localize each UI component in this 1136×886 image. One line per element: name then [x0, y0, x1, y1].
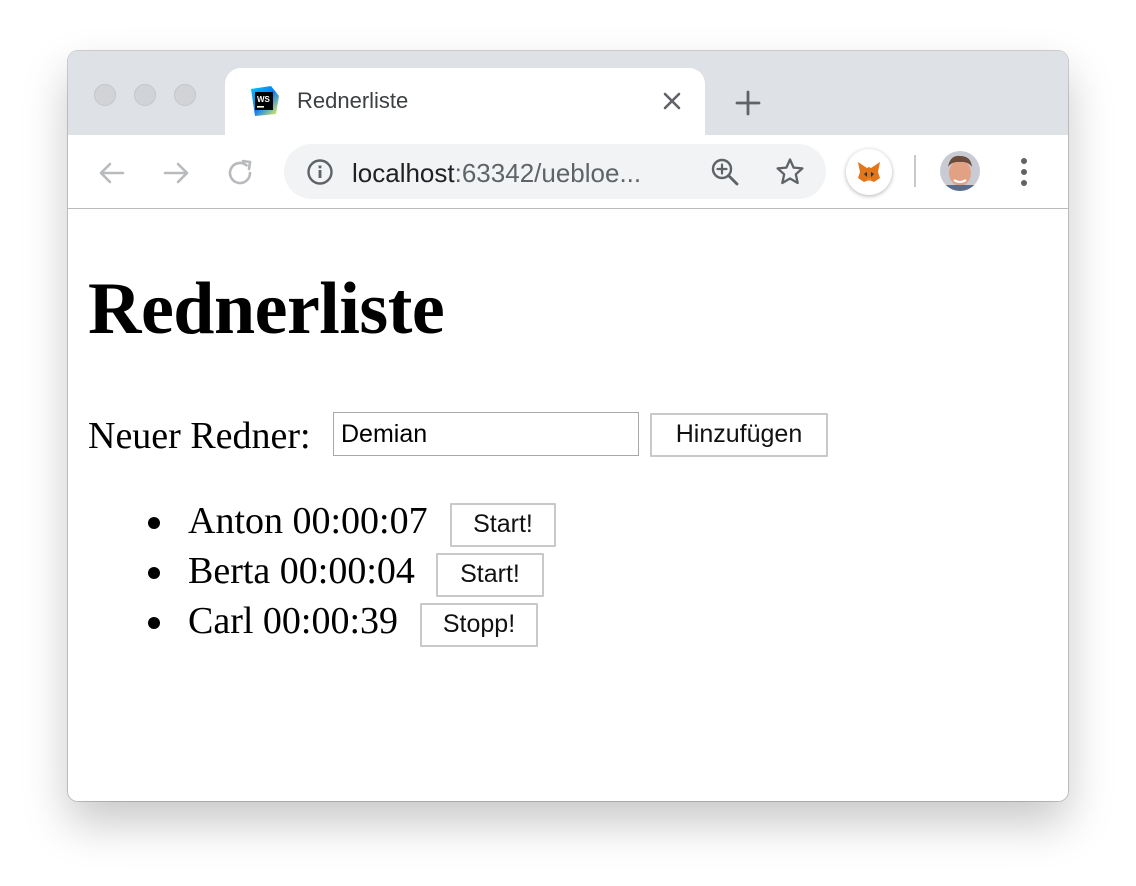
back-arrow-icon[interactable] [96, 157, 128, 189]
url-path: :63342/uebloe... [454, 158, 642, 188]
forward-arrow-icon[interactable] [160, 157, 192, 189]
url-text: localhost:63342/uebloe... [352, 158, 641, 189]
webstorm-icon: WS [251, 86, 279, 116]
url-host: localhost [352, 158, 455, 188]
tab-strip: WS Rednerliste [68, 51, 1068, 135]
info-icon[interactable] [306, 158, 334, 186]
new-speaker-label: Neuer Redner: [88, 415, 311, 457]
address-bar[interactable]: localhost:63342/uebloe... [284, 144, 826, 199]
plus-icon[interactable] [733, 88, 763, 118]
start-button[interactable]: Start! [436, 553, 544, 597]
kebab-menu-icon[interactable] [1010, 155, 1038, 189]
metamask-fox-icon [858, 162, 880, 182]
bullet [148, 517, 160, 529]
reload-icon[interactable] [224, 157, 256, 189]
profile-icon [940, 151, 980, 191]
metamask-extension-button[interactable] [846, 149, 892, 195]
browser-window: WS Rednerliste localhost:63342/uebloe...… [68, 51, 1068, 801]
close-window-button[interactable] [94, 84, 116, 106]
page-title: Rednerliste [88, 268, 445, 350]
speaker-entry: Berta 00:00:04 [188, 550, 415, 592]
bullet [148, 567, 160, 579]
tab-rednerliste[interactable]: WS Rednerliste [225, 68, 705, 135]
zoom-window-button[interactable] [174, 84, 196, 106]
close-icon[interactable] [659, 88, 685, 114]
stop-button[interactable]: Stopp! [420, 603, 538, 647]
speaker-name-input[interactable] [333, 412, 639, 456]
browser-toolbar: localhost:63342/uebloe... [68, 135, 1068, 209]
speaker-entry: Anton 00:00:07 [188, 500, 428, 542]
add-speaker-button[interactable]: Hinzufügen [650, 413, 828, 457]
tab-title: Rednerliste [297, 88, 409, 113]
minimize-window-button[interactable] [134, 84, 156, 106]
toolbar-divider [914, 155, 916, 187]
zoom-in-icon[interactable] [710, 157, 740, 187]
avatar[interactable] [940, 151, 980, 191]
star-icon[interactable] [774, 156, 806, 188]
start-button[interactable]: Start! [450, 503, 556, 547]
page-content: Rednerliste Neuer Redner: Hinzufügen Ant… [68, 209, 1068, 801]
speaker-entry: Carl 00:00:39 [188, 600, 399, 642]
bullet [148, 617, 160, 629]
svg-text:WS: WS [257, 95, 271, 104]
